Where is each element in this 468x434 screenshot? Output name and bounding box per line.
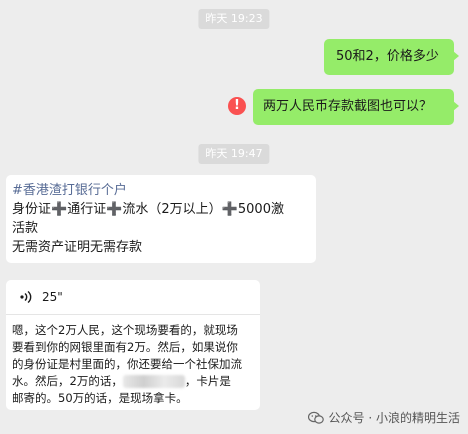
requirements-line-cont: 活款 [12, 221, 39, 236]
requirements-line: 身份证➕通行证➕流水（2万以上）➕5000激 [12, 200, 310, 219]
timestamp-2: 昨天 19:47 [198, 144, 270, 164]
voice-player[interactable]: 25" [12, 280, 254, 314]
received-message-bubble[interactable]: #香港渣打银行个户 身份证➕通行证➕流水（2万以上）➕5000激 活款 无需资产… [6, 175, 316, 263]
requirement-pass: 通行证 [67, 202, 107, 217]
plus-icon: ➕ [221, 202, 238, 217]
timestamp-1: 昨天 19:23 [198, 9, 270, 29]
hashtag-link[interactable]: #香港渣打银行个户 [12, 181, 310, 200]
transcript-line: 的身份证是村里面的，你还要给一个社保加流 [12, 357, 242, 371]
voice-transcript: 嗯，这个2万人民，这个现场要看的，就现场 要看到你的网银里面有2万。然后，如果说… [12, 322, 242, 407]
voice-message-card[interactable]: 25" 嗯，这个2万人民，这个现场要看的，就现场 要看到你的网银里面有2万。然后… [6, 280, 260, 410]
requirements-note: 无需资产证明无需存款 [12, 240, 143, 255]
transcript-line: 水。然后，2万的话， ，卡片是 [12, 374, 231, 388]
transcript-line: 要看到你的网银里面有2万。然后，如果说你 [12, 340, 238, 354]
requirement-activation: 5000激 [237, 202, 284, 217]
sent-message-bubble[interactable]: 50和2，价格多少 [324, 39, 459, 75]
transcript-line: 邮寄的。50万的话，是现场拿卡。 [12, 391, 188, 405]
plus-icon: ➕ [51, 202, 68, 217]
redacted-blur [122, 375, 185, 388]
requirement-id-card: 身份证 [12, 202, 52, 217]
watermark: 公众号 · 小浪的精明生活 [307, 409, 460, 426]
requirement-statement: 流水（2万以上） [122, 202, 222, 217]
sent-message-text: 50和2，价格多少 [336, 49, 439, 64]
voice-divider [6, 314, 260, 315]
sent-message-text-2: 两万人民币存款截图也可以？ [263, 99, 433, 114]
wechat-official-account-icon [307, 411, 324, 424]
watermark-text: 公众号 · 小浪的精明生活 [328, 411, 460, 425]
voice-wave-icon [20, 290, 32, 304]
sent-message-bubble-2[interactable]: 两万人民币存款截图也可以？ [253, 89, 459, 125]
transcript-line: 嗯，这个2万人民，这个现场要看的，就现场 [12, 323, 238, 337]
send-failed-icon[interactable]: ! [228, 97, 246, 115]
voice-duration: 25" [42, 289, 63, 304]
plus-icon: ➕ [106, 202, 123, 217]
